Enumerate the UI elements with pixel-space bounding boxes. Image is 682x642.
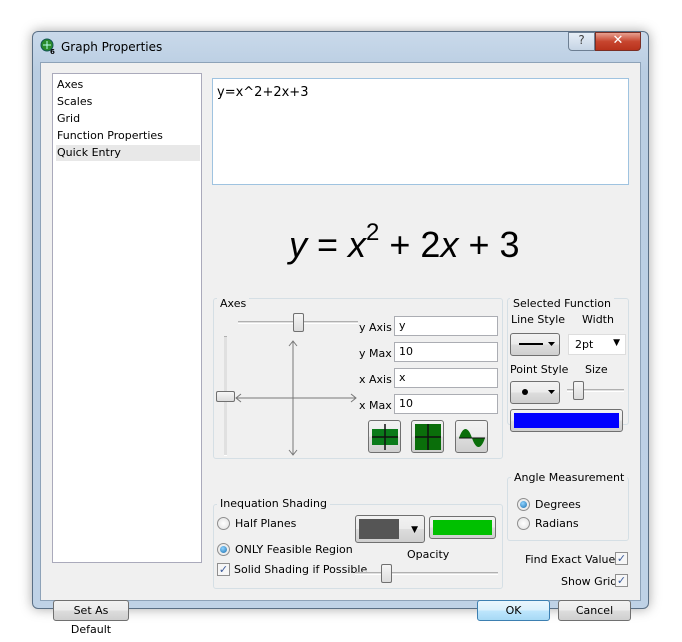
axes-group-title: Axes <box>217 297 250 310</box>
function-button[interactable] <box>455 420 488 453</box>
set-as-default-button[interactable]: Set As Default <box>53 600 129 636</box>
sidebar-item-function-properties[interactable]: Function Properties <box>56 128 200 144</box>
degrees-label: Degrees <box>535 498 581 511</box>
preview-y: y <box>289 224 307 265</box>
sidebar-item-quick-entry[interactable]: Quick Entry <box>56 145 200 161</box>
preview-eq: = <box>307 224 349 265</box>
shading-color-button[interactable] <box>429 516 496 539</box>
graph-properties-dialog: 6 Graph Properties ? ✕ Axes Scales Grid … <box>32 31 649 636</box>
width-value: 2pt <box>575 338 594 351</box>
find-exact-values-label: Find Exact Values <box>525 553 622 566</box>
axes-grid-icon <box>372 424 398 450</box>
selected-function-title: Selected Function <box>510 297 614 310</box>
show-grid-checkbox[interactable]: ✓ <box>615 574 628 587</box>
half-planes-radio[interactable] <box>217 517 230 530</box>
chevron-down-icon: ▼ <box>411 525 418 535</box>
y-max-label: y Max <box>359 347 392 360</box>
preview-term: + 2 <box>379 224 441 265</box>
full-grid-icon <box>415 424 441 450</box>
sidebar-item-scales[interactable]: Scales <box>56 94 200 110</box>
shading-color-swatch <box>433 520 492 535</box>
ok-button[interactable]: OK <box>477 600 550 621</box>
axes-h-slider-thumb[interactable] <box>293 313 304 332</box>
shading-pattern-dropdown[interactable]: ▼ <box>355 515 425 543</box>
sidebar-item-grid[interactable]: Grid <box>56 111 200 127</box>
app-icon: 6 <box>40 38 56 56</box>
width-select[interactable]: 2pt ▼ <box>568 334 626 355</box>
dialog-client: Axes Scales Grid Function Properties Qui… <box>40 62 641 636</box>
y-axis-label: y Axis <box>359 321 392 334</box>
x-axis-label: x Axis <box>359 373 392 386</box>
svg-text:6: 6 <box>50 48 55 54</box>
equation-entry[interactable]: y=x^2+2x+3 <box>212 78 629 185</box>
sine-wave-icon <box>459 429 485 447</box>
size-label: Size <box>585 363 608 376</box>
equation-text: y=x^2+2x+3 <box>217 85 309 100</box>
x-max-label: x Max <box>359 399 392 412</box>
preview-x: x <box>348 224 367 265</box>
axes-only-button[interactable] <box>368 420 401 453</box>
full-grid-button[interactable] <box>411 420 444 453</box>
radians-radio[interactable] <box>517 517 530 530</box>
opacity-slider[interactable] <box>355 572 498 575</box>
close-button[interactable]: ✕ <box>595 32 641 51</box>
pattern-swatch <box>359 519 399 539</box>
radians-label: Radians <box>535 517 579 530</box>
line-style-label: Line Style <box>511 313 566 326</box>
width-label: Width <box>582 313 614 326</box>
point-style-dropdown[interactable] <box>510 381 560 404</box>
close-icon: ✕ <box>612 33 624 48</box>
equation-preview: y = x2 + 2x + 3 <box>289 219 520 266</box>
line-style-dropdown[interactable] <box>510 333 560 356</box>
solid-line-icon <box>519 342 555 346</box>
y-axis-input[interactable]: y <box>394 316 498 336</box>
x-max-input[interactable]: 10 <box>394 394 498 414</box>
category-list: Axes Scales Grid Function Properties Qui… <box>52 73 202 563</box>
preview-exponent: 2 <box>366 219 380 246</box>
degrees-radio[interactable] <box>517 498 530 511</box>
dot-point-icon <box>522 389 555 395</box>
half-planes-label: Half Planes <box>235 517 297 530</box>
preview-constant: + 3 <box>458 224 520 265</box>
function-color-swatch <box>514 413 619 428</box>
point-size-slider-thumb[interactable] <box>573 381 585 400</box>
x-axis-input[interactable]: x <box>394 368 498 388</box>
solid-shading-checkbox[interactable]: ✓ <box>217 563 230 576</box>
opacity-slider-thumb[interactable] <box>381 564 393 583</box>
question-icon: ? <box>578 33 585 47</box>
inequation-shading-title: Inequation Shading <box>217 497 330 510</box>
cancel-button[interactable]: Cancel <box>558 600 631 621</box>
angle-measurement-title: Angle Measurement <box>511 471 628 484</box>
chevron-down-icon: ▼ <box>613 338 620 348</box>
solid-shading-label: Solid Shading if Possible <box>234 563 368 576</box>
only-feasible-label: ONLY Feasible Region <box>235 543 353 556</box>
function-color-button[interactable] <box>510 409 623 432</box>
only-feasible-radio[interactable] <box>217 543 230 556</box>
preview-x2: x <box>440 224 459 265</box>
find-exact-values-checkbox[interactable]: ✓ <box>615 552 628 565</box>
axes-preview-icon <box>235 340 357 456</box>
point-style-label: Point Style <box>510 363 569 376</box>
y-max-input[interactable]: 10 <box>394 342 498 362</box>
help-button[interactable]: ? <box>568 32 595 51</box>
sidebar-item-axes[interactable]: Axes <box>56 77 200 93</box>
show-grid-label: Show Grid <box>561 575 618 588</box>
opacity-label: Opacity <box>407 548 450 561</box>
window-title: Graph Properties <box>61 40 163 54</box>
